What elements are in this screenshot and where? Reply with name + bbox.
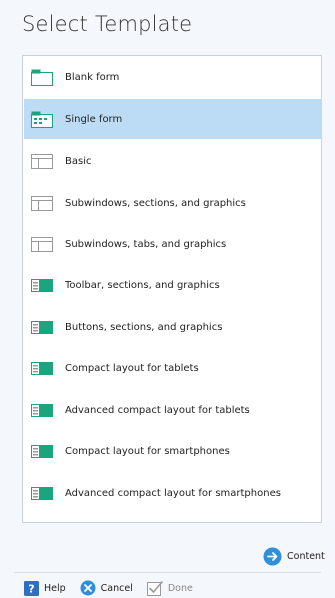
done-label: Done <box>167 582 193 594</box>
template-label: Blank form <box>65 71 120 83</box>
cancel-button[interactable]: Cancel <box>80 580 133 596</box>
template-label: Compact layout for smartphones <box>65 445 230 457</box>
template-item-subwindows-tabs[interactable]: Subwindows, tabs, and graphics <box>24 224 322 264</box>
footer-divider <box>14 572 321 573</box>
arrow-right-circle-icon <box>263 547 282 565</box>
cancel-label: Cancel <box>100 582 133 594</box>
buttons-layout-icon <box>31 320 53 334</box>
compact-layout-icon <box>31 444 53 458</box>
template-item-buttons-sections[interactable]: Buttons, sections, and graphics <box>24 307 322 347</box>
help-icon: ? <box>24 580 39 596</box>
template-label: Advanced compact layout for tablets <box>65 404 250 416</box>
page-title: Select Template <box>22 12 193 36</box>
template-label: Single form <box>65 113 123 125</box>
cancel-icon <box>80 580 96 596</box>
template-list[interactable]: Blank form Single form Basic Subwindows,… <box>22 55 322 523</box>
compact-layout-icon <box>31 486 53 500</box>
basic-layout-icon <box>31 153 53 169</box>
template-item-advanced-compact-tablets[interactable]: Advanced compact layout for tablets <box>24 390 322 430</box>
template-item-basic[interactable]: Basic <box>24 141 322 181</box>
compact-layout-icon <box>31 361 53 375</box>
help-label: Help <box>44 582 66 594</box>
help-button[interactable]: ? Help <box>24 580 66 596</box>
template-item-toolbar-sections[interactable]: Toolbar, sections, and graphics <box>24 265 322 305</box>
subwindows-icon <box>31 236 53 252</box>
template-item-compact-smartphones[interactable]: Compact layout for smartphones <box>24 431 322 471</box>
content-button-label: Content <box>287 550 325 562</box>
single-form-icon <box>31 111 53 128</box>
template-item-blank-form[interactable]: Blank form <box>24 57 322 97</box>
toolbar-layout-icon <box>31 278 53 292</box>
template-label: Subwindows, sections, and graphics <box>65 197 246 209</box>
template-label: Compact layout for tablets <box>65 362 199 374</box>
template-item-advanced-compact-smartphones[interactable]: Advanced compact layout for smartphones <box>24 473 322 513</box>
content-button[interactable]: Content <box>263 546 325 566</box>
svg-text:?: ? <box>28 582 34 595</box>
compact-layout-icon <box>31 403 53 417</box>
template-item-subwindows-sections[interactable]: Subwindows, sections, and graphics <box>24 183 322 223</box>
template-label: Toolbar, sections, and graphics <box>65 279 220 291</box>
subwindows-icon <box>31 195 53 211</box>
template-label: Basic <box>65 155 92 167</box>
blank-form-icon <box>31 69 53 86</box>
template-label: Buttons, sections, and graphics <box>65 321 223 333</box>
template-item-compact-tablets[interactable]: Compact layout for tablets <box>24 348 322 388</box>
template-label: Advanced compact layout for smartphones <box>65 487 281 499</box>
bottom-toolbar: ? Help Cancel Done <box>24 578 207 598</box>
checkbox-check-icon <box>146 581 163 596</box>
template-label: Subwindows, tabs, and graphics <box>65 238 227 250</box>
template-item-single-form[interactable]: Single form <box>24 99 322 139</box>
done-button[interactable]: Done <box>146 580 193 596</box>
